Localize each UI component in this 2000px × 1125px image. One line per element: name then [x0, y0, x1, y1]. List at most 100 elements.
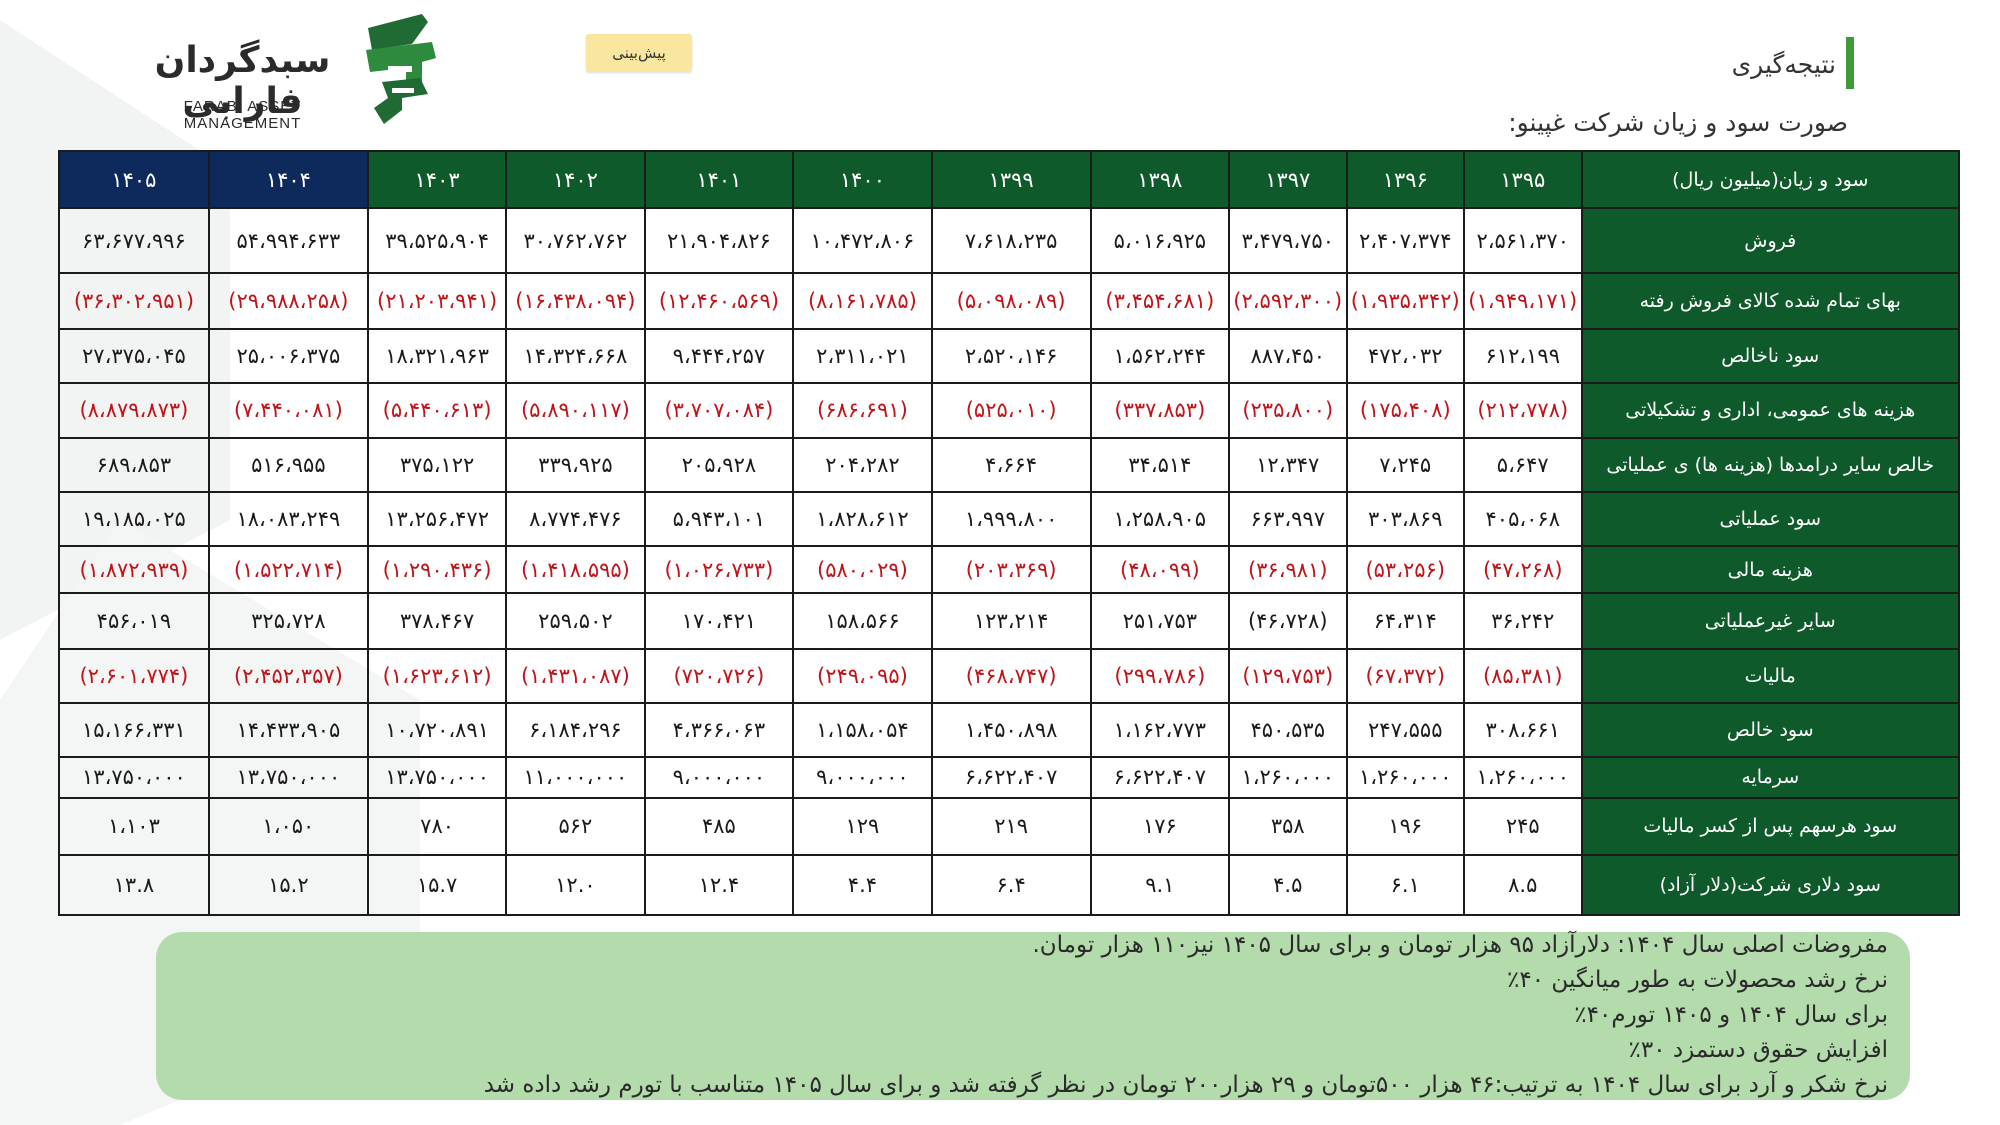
value-cell: ۵،۶۴۷ [1463, 436, 1583, 493]
value-cell: (۲،۶۰۱،۷۷۴) [58, 647, 210, 704]
value-cell: (۵۳،۲۵۶) [1345, 544, 1465, 595]
table-row: مالیات (۸۵،۳۸۱) (۶۷،۳۷۲) (۱۲۹،۷۵۳) (۲۹۹،۷۸۶)… [58, 647, 1960, 704]
table-row: سود خالص ۳۰۸،۶۶۱ ۲۴۷،۵۵۵ ۴۵۰،۵۳۵ ۱،۱۶۲،۷۷۳ ۱،… [58, 701, 1960, 758]
value-cell: ۴.۵ [1228, 853, 1348, 917]
row-label: مالیات [1580, 647, 1960, 704]
year-header: ۱۴۰۳ [366, 150, 508, 209]
income-statement-table: سود و زیان(میلیون ریال) ۱۳۹۵ ۱۳۹۶ ۱۳۹۷ ۱۳۹۸… [58, 150, 1960, 917]
value-cell: ۴۰۵،۰۶۸ [1463, 490, 1583, 547]
value-cell: (۲۱۲،۷۷۸) [1463, 381, 1583, 439]
page-subtitle: صورت سود و زیان شرکت غپینو: [1508, 108, 1848, 137]
value-cell: (۲۰۳،۳۶۹) [930, 544, 1092, 595]
year-header: ۱۴۰۵ [58, 150, 210, 209]
logo-mark-icon [366, 14, 436, 124]
value-cell: (۱۷۵،۴۰۸) [1345, 381, 1465, 439]
year-header: ۱۳۹۵ [1463, 150, 1583, 209]
value-cell: (۱،۴۱۸،۵۹۵) [505, 544, 646, 595]
value-cell: ۱،۸۲۸،۶۱۲ [792, 490, 933, 547]
value-cell: ۱۵.۲ [207, 853, 369, 917]
corner-header: سود و زیان(میلیون ریال) [1580, 150, 1960, 209]
value-cell: ۴۵۶،۰۱۹ [58, 592, 210, 650]
value-cell: ۲۱۹ [930, 797, 1092, 856]
value-cell: ۳۰۸،۶۶۱ [1463, 701, 1583, 758]
table-row: هزینه مالی (۴۷،۲۶۸) (۵۳،۲۵۶) (۳۶،۹۸۱) (۴۸،۰۹… [58, 544, 1960, 595]
row-label: خالص سایر درامدها (هزینه ها) ی عملیاتی [1580, 436, 1960, 493]
value-cell: ۱۱،۰۰۰،۰۰۰ [505, 755, 646, 800]
value-cell: ۶.۴ [930, 853, 1092, 917]
value-cell: ۱۳،۲۵۶،۴۷۲ [366, 490, 508, 547]
value-cell: ۲۷،۳۷۵،۰۴۵ [58, 327, 210, 384]
value-cell: (۱،۵۲۲،۷۱۴) [207, 544, 369, 595]
value-cell: ۱۷۶ [1089, 797, 1231, 856]
value-cell: (۳،۷۰۷،۰۸۴) [643, 381, 795, 439]
value-cell: ۶۶۳،۹۹۷ [1228, 490, 1348, 547]
value-cell: ۱،۱۰۳ [58, 797, 210, 856]
value-cell: ۱۰،۷۲۰،۸۹۱ [366, 701, 508, 758]
value-cell: ۲۱،۹۰۴،۸۲۶ [643, 206, 795, 275]
value-cell: ۷،۲۴۵ [1345, 436, 1465, 493]
value-cell: (۳۳۷،۸۵۳) [1089, 381, 1231, 439]
value-cell: (۳۶،۳۰۲،۹۵۱) [58, 272, 210, 330]
value-cell: ۶،۶۲۲،۴۰۷ [930, 755, 1092, 800]
assumption-line: نرخ شکر و آرد برای سال ۱۴۰۴ به ترتیب:۴۶ … [483, 1072, 1888, 1098]
value-cell: (۱۲۹،۷۵۳) [1228, 647, 1348, 704]
row-label: هزینه مالی [1580, 544, 1960, 595]
value-cell: ۸۸۷،۴۵۰ [1228, 327, 1348, 384]
value-cell: ۵،۰۱۶،۹۲۵ [1089, 206, 1231, 275]
value-cell: (۸۵،۳۸۱) [1463, 647, 1583, 704]
value-cell: (۱،۹۳۵،۳۴۲) [1345, 272, 1465, 330]
value-cell: ۱۴،۴۳۳،۹۰۵ [207, 701, 369, 758]
value-cell: ۱۳،۷۵۰،۰۰۰ [366, 755, 508, 800]
value-cell: ۳۹،۵۲۵،۹۰۴ [366, 206, 508, 275]
value-cell: ۷۸۰ [366, 797, 508, 856]
value-cell: (۸،۱۶۱،۷۸۵) [792, 272, 933, 330]
value-cell: ۱۹،۱۸۵،۰۲۵ [58, 490, 210, 547]
row-label: سود عملیاتی [1580, 490, 1960, 547]
value-cell: ۱،۹۹۹،۸۰۰ [930, 490, 1092, 547]
value-cell: ۱،۲۶۰،۰۰۰ [1463, 755, 1583, 800]
year-header: ۱۴۰۴ [207, 150, 369, 209]
value-cell: ۹،۰۰۰،۰۰۰ [792, 755, 933, 800]
value-cell: ۱۴،۳۲۴،۶۶۸ [505, 327, 646, 384]
value-cell: (۱۲،۴۶۰،۵۶۹) [643, 272, 795, 330]
table-row: هزینه های عمومی، اداری و تشکیلاتی (۲۱۲،۷۷… [58, 381, 1960, 439]
value-cell: ۳،۴۷۹،۷۵۰ [1228, 206, 1348, 275]
value-cell: ۳۷۸،۴۶۷ [366, 592, 508, 650]
value-cell: ۴۷۲،۰۳۲ [1345, 327, 1465, 384]
value-cell: ۷،۶۱۸،۲۳۵ [930, 206, 1092, 275]
value-cell: ۳۴،۵۱۴ [1089, 436, 1231, 493]
value-cell: (۴۶۸،۷۴۷) [930, 647, 1092, 704]
value-cell: ۱،۵۶۲،۲۴۴ [1089, 327, 1231, 384]
value-cell: ۳۰،۷۶۲،۷۶۲ [505, 206, 646, 275]
assumption-line: نرخ رشد محصولات به طور میانگین ۴۰٪ [1507, 967, 1888, 993]
value-cell: ۱۹۶ [1345, 797, 1465, 856]
value-cell: ۳۰۳،۸۶۹ [1345, 490, 1465, 547]
value-cell: ۶۱۲،۱۹۹ [1463, 327, 1583, 384]
row-label: بهای تمام شده کالای فروش رفته [1580, 272, 1960, 330]
value-cell: (۵،۰۹۸،۰۸۹) [930, 272, 1092, 330]
row-label: سود هرسهم پس از کسر مالیات [1580, 797, 1960, 856]
value-cell: ۴.۴ [792, 853, 933, 917]
table-row: فروش ۲،۵۶۱،۳۷۰ ۲،۴۰۷،۳۷۴ ۳،۴۷۹،۷۵۰ ۵،۰۱۶،۹۲۵… [58, 206, 1960, 275]
value-cell: (۵۸۰،۰۲۹) [792, 544, 933, 595]
value-cell: ۱،۱۵۸،۰۵۴ [792, 701, 933, 758]
value-cell: (۶۷،۳۷۲) [1345, 647, 1465, 704]
value-cell: ۳۶،۲۴۲ [1463, 592, 1583, 650]
value-cell: ۱۵۸،۵۶۶ [792, 592, 933, 650]
value-cell: ۱۰،۴۷۲،۸۰۶ [792, 206, 933, 275]
row-label: سود خالص [1580, 701, 1960, 758]
year-header: ۱۴۰۲ [505, 150, 646, 209]
value-cell: ۳۵۸ [1228, 797, 1348, 856]
value-cell: ۳۲۵،۷۲۸ [207, 592, 369, 650]
value-cell: ۴،۳۶۶،۰۶۳ [643, 701, 795, 758]
value-cell: ۱،۱۶۲،۷۷۳ [1089, 701, 1231, 758]
value-cell: (۵،۸۹۰،۱۱۷) [505, 381, 646, 439]
value-cell: ۵،۹۴۳،۱۰۱ [643, 490, 795, 547]
value-cell: ۹.۱ [1089, 853, 1231, 917]
value-cell: ۹،۰۰۰،۰۰۰ [643, 755, 795, 800]
value-cell: ۵۱۶،۹۵۵ [207, 436, 369, 493]
value-cell: ۹،۴۴۴،۲۵۷ [643, 327, 795, 384]
value-cell: (۱،۰۲۶،۷۳۳) [643, 544, 795, 595]
value-cell: (۲۹،۹۸۸،۲۵۸) [207, 272, 369, 330]
value-cell: ۱،۲۶۰،۰۰۰ [1228, 755, 1348, 800]
